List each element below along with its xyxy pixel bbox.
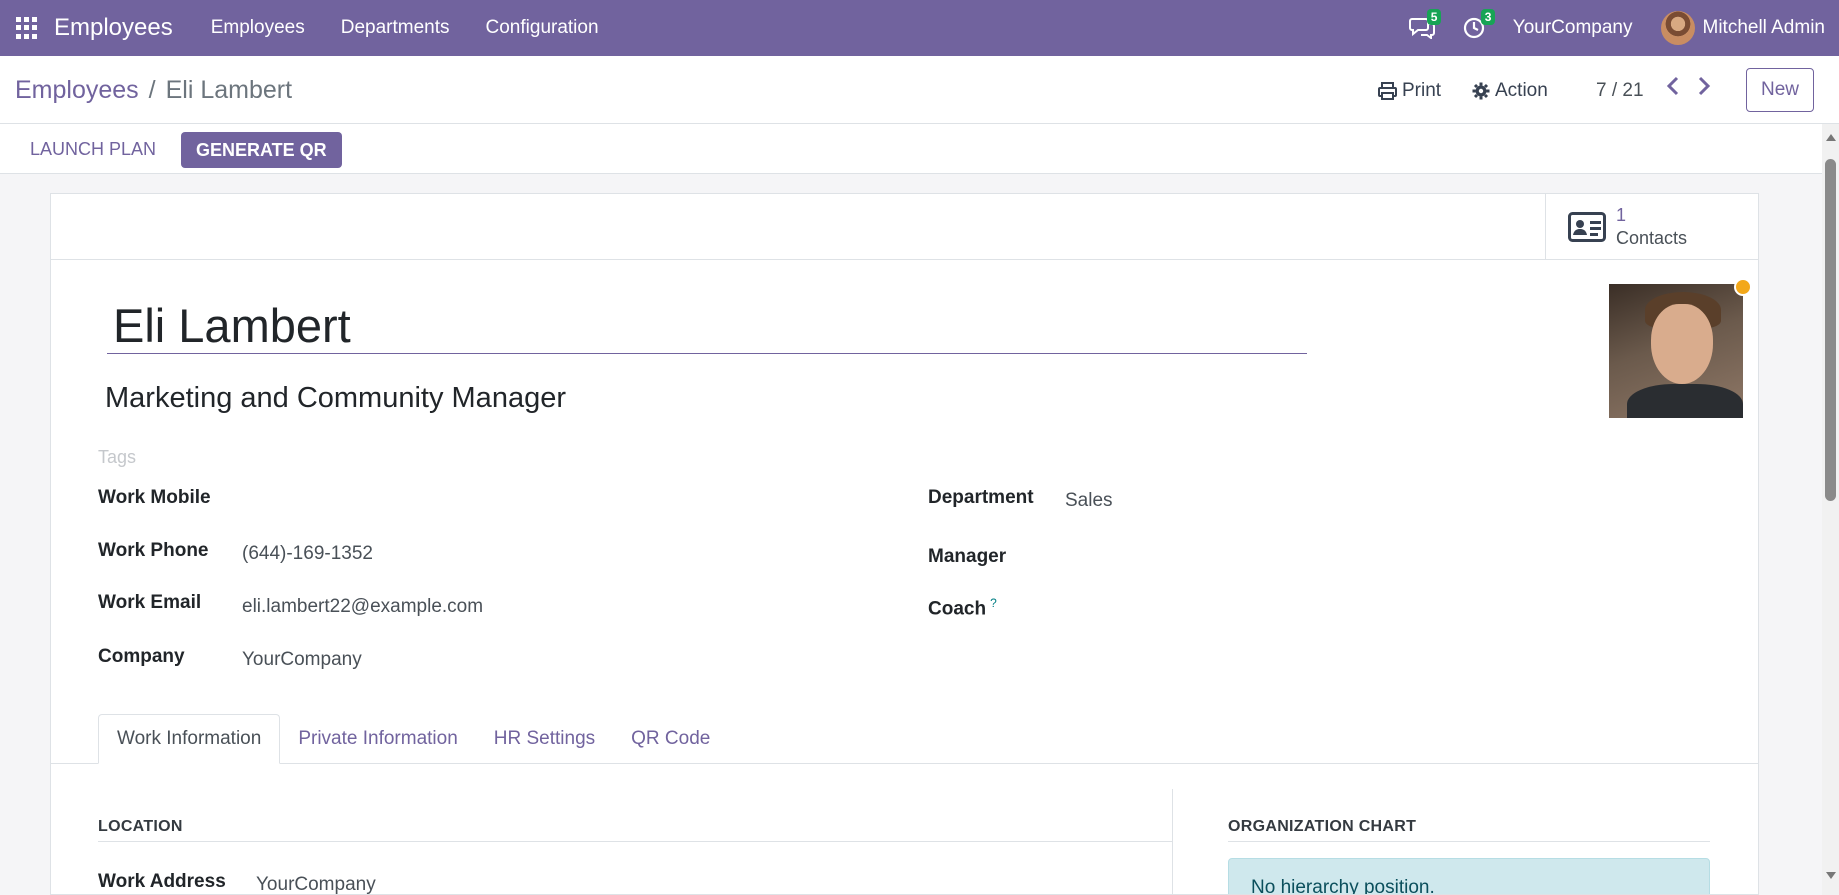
print-label: Print [1402, 80, 1442, 101]
coach-label: Coach? [928, 596, 997, 620]
work-address-label: Work Address [98, 871, 226, 892]
action-label: Action [1495, 80, 1548, 101]
tab-qr-code[interactable]: QR Code [613, 714, 728, 764]
contacts-smart-button[interactable]: 1 Contacts [1545, 194, 1758, 260]
breadcrumb-current: Eli Lambert [165, 76, 293, 104]
print-icon [1378, 82, 1397, 100]
org-chart-section-title: ORGANIZATION CHART [1228, 818, 1417, 835]
contacts-count: 1 [1616, 205, 1627, 225]
presence-status-icon [1734, 278, 1752, 296]
print-button[interactable]: Print [1378, 80, 1441, 102]
menu-configuration[interactable]: Configuration [468, 17, 617, 39]
chevron-right-icon[interactable] [1697, 76, 1711, 96]
scroll-thumb[interactable] [1825, 159, 1836, 501]
top-menu: Employees Departments Configuration [193, 17, 617, 39]
location-section-title: LOCATION [98, 818, 183, 835]
tab-hr-settings[interactable]: HR Settings [476, 714, 613, 764]
menu-departments[interactable]: Departments [323, 17, 468, 39]
launch-plan-button[interactable]: LAUNCH PLAN [14, 132, 172, 166]
employee-name-field[interactable]: Eli Lambert [107, 300, 1307, 354]
work-mobile-label: Work Mobile [98, 487, 211, 508]
tags-field[interactable]: Tags [98, 447, 136, 468]
scroll-down-arrow[interactable] [1826, 872, 1836, 879]
gear-icon [1472, 82, 1490, 100]
department-field[interactable]: Sales [1065, 490, 1113, 512]
user-avatar [1660, 11, 1695, 45]
activities-button[interactable]: 3 [1463, 9, 1496, 39]
scroll-up-arrow[interactable] [1826, 134, 1836, 141]
chevron-left-icon[interactable] [1666, 76, 1680, 96]
company-field[interactable]: YourCompany [242, 649, 362, 671]
location-section-line [98, 841, 1172, 842]
vertical-scrollbar[interactable] [1822, 124, 1839, 895]
department-label: Department [928, 487, 1034, 508]
messages-badge: 5 [1426, 9, 1442, 25]
notebook-tabs: Work Information Private Information HR … [98, 714, 728, 764]
manager-label: Manager [928, 546, 1007, 567]
breadcrumb-separator: / [148, 76, 156, 104]
org-chart-section-line [1228, 841, 1710, 842]
column-divider [1172, 789, 1173, 894]
coach-label-text: Coach [928, 598, 987, 620]
user-menu[interactable]: Mitchell Admin [1660, 11, 1826, 45]
work-phone-label: Work Phone [98, 540, 209, 561]
tab-work-information[interactable]: Work Information [98, 714, 281, 764]
employee-photo[interactable] [1609, 284, 1743, 418]
org-chart-message: No hierarchy position. [1251, 877, 1435, 895]
activities-badge: 3 [1480, 9, 1496, 25]
org-chart-alert: No hierarchy position. [1228, 858, 1710, 895]
app-title[interactable]: Employees [54, 14, 173, 42]
top-navbar: Employees Employees Departments Configur… [0, 0, 1839, 56]
work-address-field[interactable]: YourCompany [256, 874, 376, 894]
company-label: Company [98, 646, 185, 667]
work-email-field[interactable]: eli.lambert22@example.com [242, 596, 483, 618]
work-email-label: Work Email [98, 592, 202, 613]
job-title-field[interactable]: Marketing and Community Manager [105, 382, 566, 415]
company-switcher[interactable]: YourCompany [1513, 17, 1633, 39]
coach-help-tooltip[interactable]: ? [990, 596, 997, 610]
contact-card-icon [1568, 212, 1606, 242]
form-sheet: 1 Contacts Eli Lambert Marketing and Com… [50, 193, 1759, 895]
pager-value[interactable]: 7 / 21 [1596, 80, 1644, 102]
control-panel: Employees / Eli Lambert Print Action 7 /… [0, 56, 1839, 124]
status-bar: LAUNCH PLAN GENERATE QR [0, 124, 1822, 174]
generate-qr-button[interactable]: GENERATE QR [181, 132, 342, 168]
messages-button[interactable]: 5 [1408, 9, 1442, 39]
user-name: Mitchell Admin [1702, 17, 1826, 38]
tab-private-information[interactable]: Private Information [280, 714, 475, 764]
breadcrumb: Employees / Eli Lambert [15, 76, 292, 105]
smart-button-box: 1 Contacts [51, 194, 1758, 260]
action-button[interactable]: Action [1472, 80, 1548, 102]
breadcrumb-employees[interactable]: Employees [15, 76, 139, 105]
apps-menu-icon[interactable] [16, 17, 38, 39]
new-button[interactable]: New [1746, 68, 1814, 112]
menu-employees[interactable]: Employees [193, 17, 323, 39]
contacts-label: Contacts [1616, 228, 1688, 248]
work-phone-field[interactable]: (644)-169-1352 [242, 543, 373, 565]
